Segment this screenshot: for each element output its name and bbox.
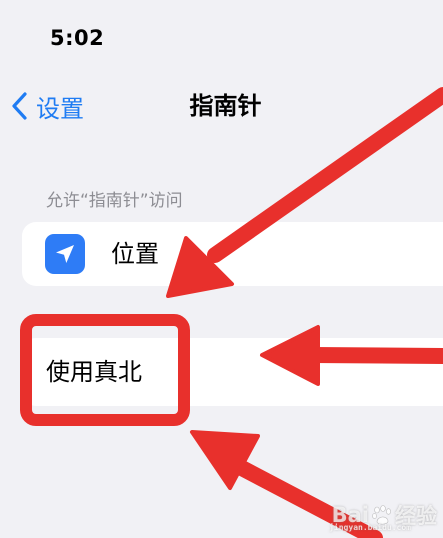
watermark-domain: jingyan.baidu.com: [329, 523, 411, 532]
compass-settings-screen: { "status_bar": { "time": "5:02" }, "nav…: [0, 0, 443, 538]
location-permission-row[interactable]: 位置: [22, 222, 443, 286]
page-title: 指南针: [189, 92, 262, 120]
location-arrow-icon: [45, 234, 85, 274]
location-row-label: 位置: [111, 240, 159, 268]
use-true-north-label: 使用真北: [46, 358, 142, 386]
status-bar-time: 5:02: [50, 26, 105, 50]
section-header: 允许“指南针”访问: [46, 191, 183, 211]
baidu-watermark: Bai 经验 jingyan.baidu.com: [329, 500, 437, 532]
use-true-north-row[interactable]: 使用真北: [22, 338, 443, 406]
